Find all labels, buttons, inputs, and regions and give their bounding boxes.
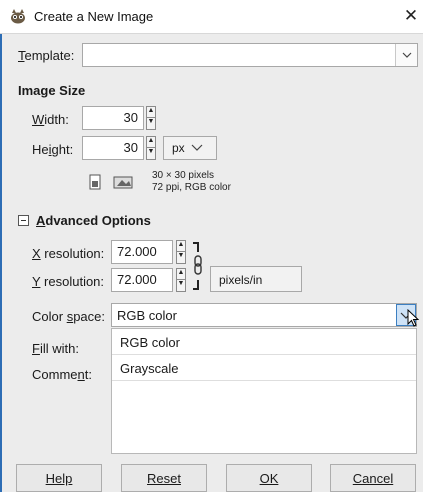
spin-up-icon[interactable]: ▲	[177, 269, 185, 280]
color-space-combo[interactable]: RGB color	[111, 303, 417, 327]
spin-up-icon[interactable]: ▲	[147, 107, 155, 118]
color-space-dropdown-list: RGB color Grayscale	[111, 328, 417, 454]
mouse-cursor-icon	[407, 309, 420, 327]
ok-button[interactable]: OK	[226, 464, 312, 492]
spin-down-icon[interactable]: ▼	[147, 148, 155, 159]
spin-up-icon[interactable]: ▲	[177, 241, 185, 252]
spin-down-icon[interactable]: ▼	[177, 252, 185, 263]
template-dropdown-button[interactable]	[395, 44, 417, 66]
y-resolution-label: Y resolution:	[32, 274, 105, 289]
x-resolution-spinner[interactable]: ▲ ▼	[176, 240, 186, 264]
width-label: Width:	[32, 112, 69, 127]
advanced-options-heading[interactable]: Advanced Options	[36, 213, 151, 228]
y-resolution-input[interactable]: 72.000	[111, 268, 173, 292]
spin-down-icon[interactable]: ▼	[147, 118, 155, 129]
resolution-unit-selector[interactable]: pixels/in	[210, 266, 302, 292]
title-bar: Create a New Image ✕	[0, 0, 423, 34]
gimp-app-icon	[11, 9, 25, 24]
unit-value: px	[172, 141, 185, 155]
template-combo[interactable]	[82, 43, 418, 67]
size-info-pixels: 30 × 30 pixels	[152, 170, 214, 181]
image-size-heading: Image Size	[18, 83, 86, 98]
chain-link-icon[interactable]	[191, 240, 205, 292]
cancel-button[interactable]: Cancel	[330, 464, 416, 492]
y-resolution-spinner[interactable]: ▲ ▼	[176, 268, 186, 292]
spin-down-icon[interactable]: ▼	[177, 280, 185, 291]
chevron-down-icon	[402, 52, 412, 58]
spin-up-icon[interactable]: ▲	[147, 137, 155, 148]
width-input[interactable]: 30	[82, 106, 144, 130]
comment-label: Comment:	[32, 367, 92, 382]
color-space-option-grayscale[interactable]: Grayscale	[112, 355, 416, 381]
height-spinner[interactable]: ▲ ▼	[146, 136, 156, 160]
landscape-icon[interactable]	[113, 174, 133, 190]
x-resolution-input[interactable]: 72.000	[111, 240, 173, 264]
size-info-resolution: 72 ppi, RGB color	[152, 182, 231, 193]
ok-button-label: OK	[259, 471, 279, 486]
collapse-toggle-icon[interactable]	[18, 215, 29, 226]
height-input[interactable]: 30	[82, 136, 144, 160]
window-left-border	[0, 0, 2, 492]
color-space-label: Color space:	[32, 309, 105, 324]
help-button-label: Help	[45, 471, 73, 486]
width-spinner[interactable]: ▲ ▼	[146, 106, 156, 130]
fill-with-label: Fill with:	[32, 341, 79, 356]
color-space-value: RGB color	[117, 308, 177, 323]
height-label: Height:	[32, 142, 74, 157]
unit-selector[interactable]: px	[163, 136, 217, 160]
color-space-option-rgb[interactable]: RGB color	[112, 329, 416, 355]
reset-button-label: Reset	[147, 471, 181, 486]
window-title: Create a New Image	[34, 9, 154, 24]
help-button[interactable]: Help	[16, 464, 102, 492]
chevron-down-icon	[191, 144, 203, 151]
template-label: Template:	[18, 48, 75, 63]
x-resolution-label: X resolution:	[32, 246, 105, 261]
close-icon[interactable]: ✕	[402, 5, 420, 27]
reset-button[interactable]: Reset	[121, 464, 207, 492]
cancel-button-label: Cancel	[352, 471, 394, 486]
portrait-icon[interactable]	[87, 174, 103, 190]
